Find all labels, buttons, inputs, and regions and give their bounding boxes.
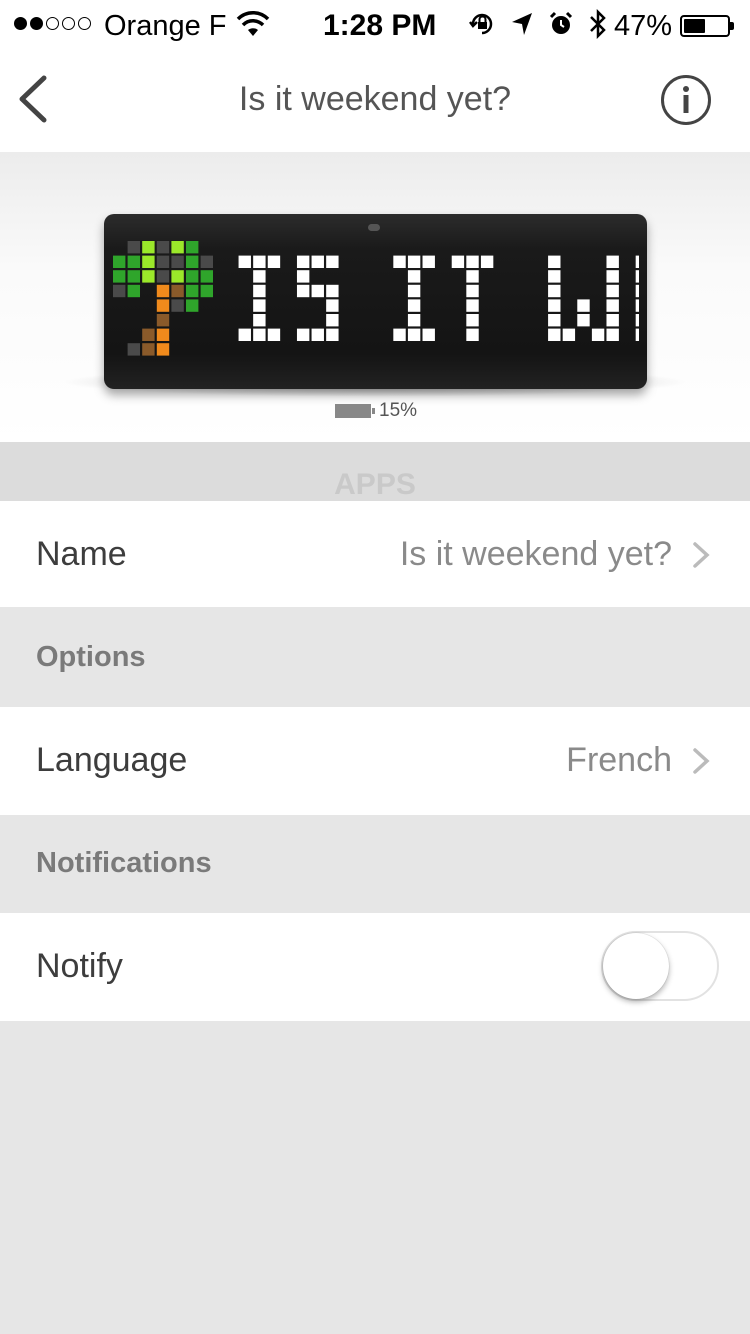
icon-pixel <box>171 241 184 254</box>
notify-toggle[interactable] <box>601 931 719 1001</box>
icon-pixel <box>156 241 170 254</box>
icon-pixel <box>171 299 184 312</box>
icon-pixel <box>200 270 213 283</box>
icon-pixel <box>186 255 199 268</box>
apps-header-label: APPS <box>334 468 416 501</box>
lametric-device-image <box>104 214 647 389</box>
icon-pixel <box>156 328 170 341</box>
pixel-display <box>113 241 639 356</box>
navigation-bar: Is it weekend yet? <box>0 50 750 152</box>
options-header-label: Options <box>36 641 146 673</box>
chevron-right-icon <box>693 542 710 568</box>
notify-row: Notify <box>0 913 750 1021</box>
icon-pixel <box>171 255 184 268</box>
toggle-knob <box>603 933 669 999</box>
icon-pixel <box>142 255 155 268</box>
battery-icon <box>680 15 734 37</box>
device-battery-label: 15% <box>379 400 418 421</box>
bluetooth-icon <box>588 8 608 44</box>
icon-pixel <box>142 343 155 356</box>
notifications-section-header: Notifications <box>0 815 750 913</box>
battery-charging-icon <box>335 404 375 418</box>
icon-pixel <box>200 255 213 268</box>
icon-pixel <box>127 270 140 283</box>
icon-pixel <box>186 299 199 312</box>
name-row[interactable]: Name Is it weekend yet? <box>0 501 750 607</box>
icon-pixel <box>142 270 155 283</box>
icon-pixel <box>142 241 155 254</box>
alarm-icon <box>548 11 574 42</box>
icon-pixel <box>171 284 184 298</box>
icon-pixel <box>156 284 170 298</box>
icon-pixel <box>127 241 140 254</box>
icon-pixel <box>127 343 140 356</box>
icon-pixel <box>186 241 199 254</box>
status-bar: Orange F 1:28 PM 47% <box>0 0 750 50</box>
battery-percentage: 47% <box>614 10 673 42</box>
clock: 1:28 PM <box>323 9 437 42</box>
language-row[interactable]: Language French <box>0 707 750 815</box>
language-label: Language <box>36 741 188 779</box>
name-value: Is it weekend yet? <box>399 535 672 573</box>
notify-label: Notify <box>36 947 123 985</box>
device-battery: 15% <box>335 400 417 422</box>
rotation-lock-icon <box>468 10 496 43</box>
icon-pixel <box>200 284 213 298</box>
icon-pixel <box>142 328 155 341</box>
icon-pixel <box>127 284 140 298</box>
icon-pixel <box>186 284 199 298</box>
name-label: Name <box>36 535 127 573</box>
icon-pixel <box>156 314 170 327</box>
notifications-header-label: Notifications <box>36 847 212 879</box>
icon-pixel <box>127 255 140 268</box>
signal-strength-icon <box>14 17 91 30</box>
icon-pixel <box>186 270 199 283</box>
icon-pixel <box>156 270 170 283</box>
options-section-header: Options <box>0 607 750 707</box>
icon-pixel <box>156 255 170 268</box>
device-preview: 15% <box>0 152 750 442</box>
icon-pixel <box>113 270 126 283</box>
info-button[interactable] <box>660 74 712 126</box>
page-title: Is it weekend yet? <box>238 80 512 118</box>
icon-pixel <box>113 255 126 268</box>
chevron-right-icon <box>693 748 710 774</box>
wifi-icon <box>236 10 270 43</box>
icon-pixel <box>156 299 170 312</box>
display-text <box>238 255 639 341</box>
info-icon <box>661 75 711 125</box>
apps-section-header: APPS <box>0 442 750 501</box>
language-value: French <box>566 741 672 779</box>
carrier-label: Orange F <box>104 10 227 42</box>
icon-pixel <box>171 270 184 283</box>
icon-pixel <box>156 343 170 356</box>
icon-pixel <box>113 284 126 298</box>
location-arrow-icon <box>510 11 534 42</box>
